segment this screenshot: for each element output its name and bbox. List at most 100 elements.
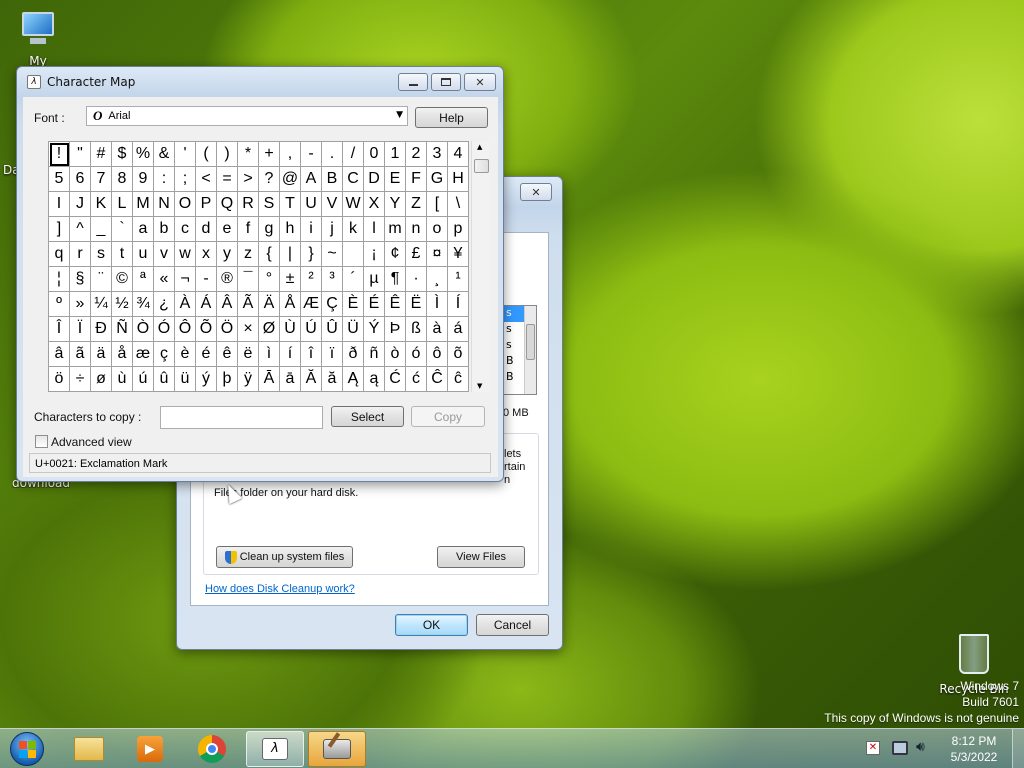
character-cell[interactable]: W (343, 192, 364, 217)
character-cell[interactable]: á (448, 317, 469, 342)
character-cell[interactable]: ¹ (448, 267, 469, 292)
show-desktop-button[interactable] (1012, 729, 1024, 768)
character-cell[interactable]: 5 (49, 167, 70, 192)
character-cell[interactable]: n (406, 217, 427, 242)
character-cell[interactable]: À (175, 292, 196, 317)
tray-volume-icon[interactable]: 🔊︎ (916, 739, 925, 755)
character-cell[interactable]: x (196, 242, 217, 267)
character-cell[interactable]: © (112, 267, 133, 292)
character-cell[interactable]: U (301, 192, 322, 217)
character-cell[interactable]: Ã (238, 292, 259, 317)
character-cell[interactable]: ÷ (70, 367, 91, 392)
character-cell[interactable]: - (196, 267, 217, 292)
character-cell[interactable]: ú (133, 367, 154, 392)
help-button[interactable]: Help (415, 107, 488, 128)
character-cell[interactable]: Ü (343, 317, 364, 342)
character-cell[interactable]: V (322, 192, 343, 217)
copy-button[interactable]: Copy (411, 406, 485, 427)
scroll-down-icon[interactable]: ▼ (477, 382, 482, 390)
character-cell[interactable]: Õ (196, 317, 217, 342)
character-cell[interactable]: ö (49, 367, 70, 392)
character-cell[interactable]: E (385, 167, 406, 192)
character-cell[interactable]: ĉ (448, 367, 469, 392)
character-cell[interactable]: ( (196, 142, 217, 167)
character-cell[interactable]: ñ (364, 342, 385, 367)
character-cell[interactable]: # (91, 142, 112, 167)
character-cell[interactable]: l (364, 217, 385, 242)
character-cell[interactable]: Y (385, 192, 406, 217)
font-dropdown[interactable]: O Arial ▼ (86, 106, 408, 126)
character-cell[interactable]: e (217, 217, 238, 242)
character-cell[interactable]: T (280, 192, 301, 217)
character-cell[interactable]: ) (217, 142, 238, 167)
character-cell[interactable]: p (448, 217, 469, 242)
character-cell[interactable]: » (70, 292, 91, 317)
character-cell[interactable]: Ð (91, 317, 112, 342)
character-cell[interactable]: « (154, 267, 175, 292)
character-cell[interactable]: ; (175, 167, 196, 192)
character-cell[interactable]: N (154, 192, 175, 217)
character-cell[interactable]: î (301, 342, 322, 367)
character-cell[interactable]: Ù (280, 317, 301, 342)
scroll-thumb[interactable] (474, 159, 489, 173)
character-cell[interactable]: ® (217, 267, 238, 292)
file-list[interactable]: s s s B B (503, 305, 537, 395)
character-cell[interactable]: ¾ (133, 292, 154, 317)
grid-scrollbar[interactable]: ▲ ▼ (471, 141, 489, 392)
character-cell[interactable]: s (91, 242, 112, 267)
character-cell[interactable]: = (217, 167, 238, 192)
character-cell[interactable]: å (112, 342, 133, 367)
character-cell[interactable]: ] (49, 217, 70, 242)
character-cell[interactable]: 0 (364, 142, 385, 167)
character-cell[interactable]: d (196, 217, 217, 242)
character-cell[interactable]: ă (322, 367, 343, 392)
character-cell[interactable]: ? (259, 167, 280, 192)
character-cell[interactable]: · (406, 267, 427, 292)
character-cell[interactable]: Ă (301, 367, 322, 392)
character-cell[interactable]: ± (280, 267, 301, 292)
character-cell[interactable]: Ø (259, 317, 280, 342)
character-cell[interactable]: Ā (259, 367, 280, 392)
character-cell[interactable]: C (343, 167, 364, 192)
character-cell[interactable]: û (154, 367, 175, 392)
character-cell[interactable]: Û (322, 317, 343, 342)
character-cell[interactable]: ¨ (91, 267, 112, 292)
character-cell[interactable]: Ó (154, 317, 175, 342)
character-cell[interactable]: q (49, 242, 70, 267)
character-cell[interactable]: + (259, 142, 280, 167)
taskbar-media-player-button[interactable]: ▶ (121, 731, 179, 767)
character-cell[interactable]: Î (49, 317, 70, 342)
character-cell[interactable]: O (175, 192, 196, 217)
character-cell[interactable]: w (175, 242, 196, 267)
character-cell[interactable]: Æ (301, 292, 322, 317)
character-cell[interactable]: ½ (112, 292, 133, 317)
character-cell[interactable]: Ê (385, 292, 406, 317)
character-cell[interactable]: u (133, 242, 154, 267)
character-cell[interactable]: B (322, 167, 343, 192)
character-cell[interactable]: K (91, 192, 112, 217)
character-cell[interactable]: Ä (259, 292, 280, 317)
character-cell[interactable]: ô (427, 342, 448, 367)
character-cell[interactable]: I (49, 192, 70, 217)
character-cell[interactable]: A (301, 167, 322, 192)
character-cell[interactable]: M (133, 192, 154, 217)
character-cell[interactable]: × (238, 317, 259, 342)
character-cell[interactable]: ' (175, 142, 196, 167)
character-cell[interactable]: Ô (175, 317, 196, 342)
character-cell[interactable]: Á (196, 292, 217, 317)
character-cell[interactable]: Ñ (112, 317, 133, 342)
character-cell[interactable]: * (238, 142, 259, 167)
character-cell[interactable]: c (175, 217, 196, 242)
minimize-button[interactable] (398, 73, 428, 91)
character-cell[interactable]: Ï (70, 317, 91, 342)
character-cell[interactable]: D (364, 167, 385, 192)
character-cell[interactable]: R (238, 192, 259, 217)
character-cell[interactable]: y (217, 242, 238, 267)
character-cell[interactable]: | (280, 242, 301, 267)
character-cell[interactable]: % (133, 142, 154, 167)
character-cell[interactable]: þ (217, 367, 238, 392)
character-cell[interactable]: a (133, 217, 154, 242)
character-cell[interactable]: à (427, 317, 448, 342)
taskbar-character-map-button[interactable]: λ (246, 731, 304, 767)
character-cell[interactable]: f (238, 217, 259, 242)
